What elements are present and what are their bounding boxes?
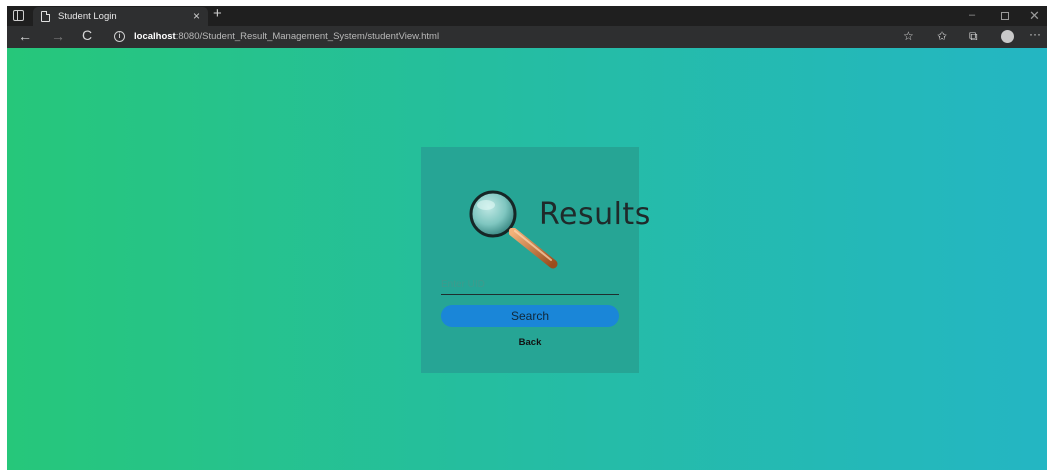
magnifier-handle-icon — [509, 228, 558, 269]
new-tab-button[interactable]: + — [213, 6, 222, 22]
sidebar-toggle-icon[interactable] — [13, 10, 24, 21]
collections-icon[interactable]: ⧉ — [969, 29, 978, 44]
close-window-button[interactable]: ✕ — [1029, 8, 1040, 24]
search-button[interactable]: Search — [441, 305, 619, 327]
tab-bar: Student Login × + – ✕ — [7, 6, 1047, 26]
forward-button[interactable]: → — [51, 28, 65, 44]
back-button[interactable]: ← — [18, 28, 32, 44]
results-logo: Results — [461, 184, 650, 272]
tab-title: Student Login — [58, 11, 117, 22]
address-bar[interactable]: i localhost:8080/Student_Result_Manageme… — [107, 28, 897, 46]
close-tab-icon[interactable]: × — [193, 9, 200, 23]
site-info-icon[interactable]: i — [114, 31, 125, 42]
url-path: :8080/Student_Result_Management_System/s… — [175, 31, 440, 42]
tab-student-login[interactable]: Student Login × — [33, 7, 208, 26]
window-controls: – ✕ — [957, 6, 1047, 26]
results-logo-text: Results — [539, 197, 651, 232]
favorites-icon[interactable]: ✩ — [937, 29, 947, 43]
url-host: localhost — [134, 31, 176, 42]
add-favorite-icon[interactable]: ☆ — [903, 29, 914, 43]
more-options-icon[interactable]: ··· — [1029, 27, 1041, 41]
browser-window: Student Login × + – ✕ ← → C i localhost:… — [7, 6, 1047, 470]
minimize-button[interactable]: – — [969, 9, 975, 21]
uid-input[interactable] — [441, 275, 619, 295]
address-toolbar: ← → C i localhost:8080/Student_Result_Ma… — [7, 26, 1047, 48]
refresh-button[interactable]: C — [82, 27, 92, 43]
page-icon — [41, 11, 50, 22]
page-viewport: Results Search Back — [7, 48, 1047, 470]
maximize-button[interactable] — [1001, 12, 1009, 20]
url-text: localhost:8080/Student_Result_Management… — [134, 31, 439, 42]
results-search-card: Results Search Back — [421, 147, 650, 373]
back-link[interactable]: Back — [421, 337, 639, 348]
profile-avatar-icon[interactable] — [1001, 30, 1014, 43]
